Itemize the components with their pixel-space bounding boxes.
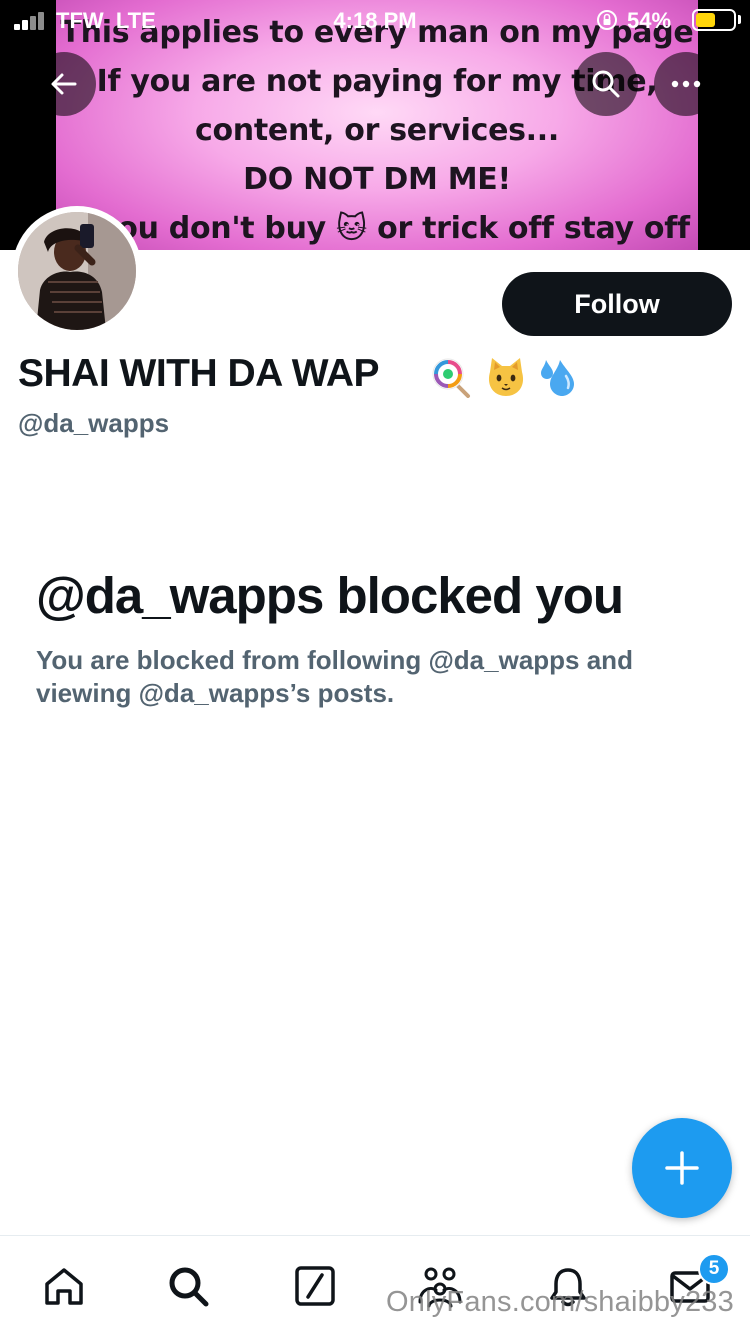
battery-percent: 54%: [627, 8, 672, 33]
bottom-tab-bar: [0, 1235, 750, 1334]
display-name: SHAI WITH DA WAP: [18, 352, 380, 395]
home-icon: [45, 1268, 83, 1305]
compose-post-button[interactable]: [632, 1118, 732, 1218]
search-button[interactable]: [574, 52, 638, 116]
arrow-left-icon: [51, 73, 77, 95]
banner-line: If you don't buy 🐱 or trick off stay off: [64, 211, 690, 246]
follow-button[interactable]: Follow: [502, 272, 732, 336]
search-icon: [169, 1267, 209, 1307]
battery-level: [696, 13, 715, 27]
plus-icon: [665, 1151, 699, 1185]
tab-home[interactable]: [40, 1262, 88, 1310]
more-options-button[interactable]: [654, 52, 718, 116]
profile-handle: @da_wapps: [18, 408, 170, 438]
more-horizontal-icon: [671, 80, 701, 88]
watermark-text: OnlyFans.com/shaibby233: [386, 1286, 734, 1318]
banner-line: DO NOT DM ME!: [243, 162, 511, 197]
battery-tip: [738, 15, 741, 24]
avatar[interactable]: [12, 206, 142, 336]
slash-square-icon: [295, 1266, 335, 1306]
lollipop-icon: [432, 358, 470, 398]
battery-icon: [692, 9, 736, 31]
status-bar: TFW LTE 4:18 PM 54%: [0, 0, 750, 40]
back-button[interactable]: [32, 52, 96, 116]
blocked-message: You are blocked from following @da_wapps…: [36, 645, 633, 708]
banner-text: This applies to every man on my page If …: [56, 8, 698, 250]
orientation-lock-icon: [596, 9, 618, 31]
sweat-droplets-icon: [541, 360, 574, 396]
tab-grok[interactable]: [291, 1262, 339, 1310]
tab-search[interactable]: [164, 1262, 212, 1310]
display-name-emojis: [430, 356, 580, 398]
search-icon: [592, 70, 620, 98]
messages-badge: 5: [698, 1253, 730, 1285]
avatar-image: [18, 212, 136, 330]
cat-face-icon: [488, 358, 524, 396]
blocked-title: @da_wapps blocked you: [36, 567, 624, 624]
